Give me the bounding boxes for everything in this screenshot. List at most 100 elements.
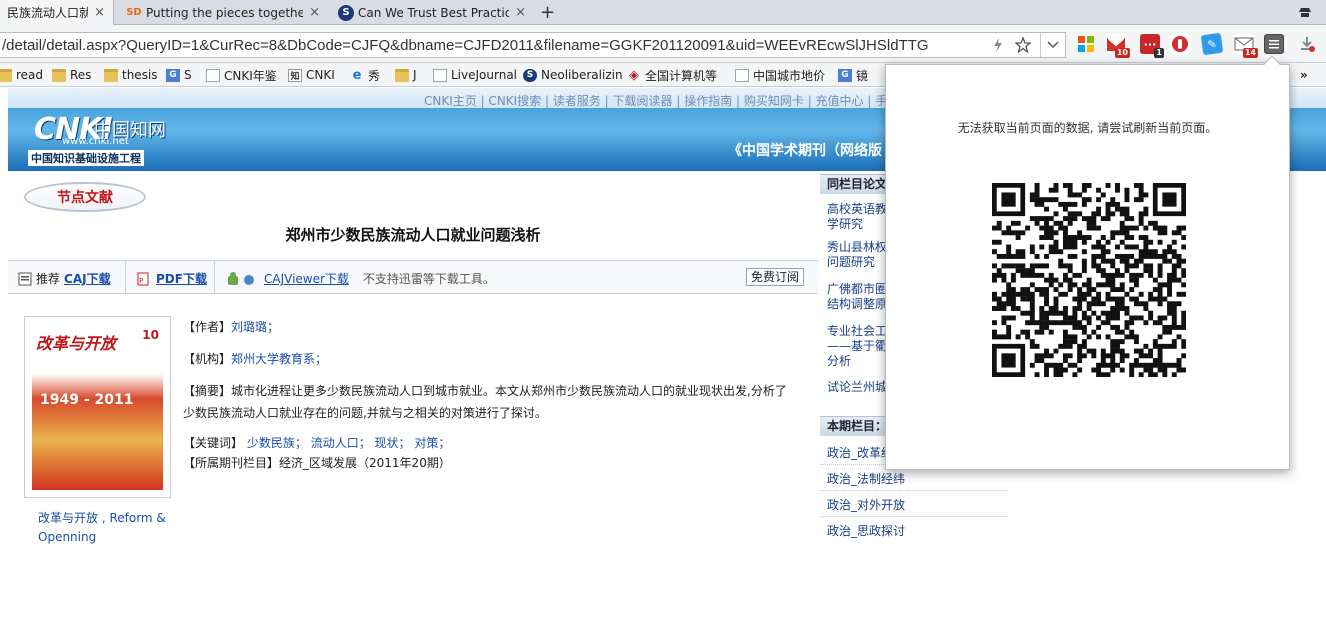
column-label: 【所属期刊栏目】 xyxy=(183,456,280,470)
journal-cover[interactable]: 改革与开放 10 1949 - 2011 xyxy=(24,316,171,498)
related-item[interactable]: 高校英语教学研究 xyxy=(827,202,890,234)
author-label: 【作者】 xyxy=(183,320,232,334)
bookmark-label: 秀 xyxy=(368,68,381,83)
ie-icon: e xyxy=(352,67,362,83)
bookmark-j[interactable]: J xyxy=(395,67,417,83)
recommend-label: 推荐 xyxy=(36,272,61,286)
keywords-row: 【关键词】 少数民族； 流动人口； 现状； 对策； xyxy=(183,434,450,451)
mail-icon[interactable]: 14 xyxy=(1234,34,1258,58)
windows-apps-icon[interactable] xyxy=(1076,34,1096,54)
bookmark-star-icon[interactable] xyxy=(1015,37,1031,53)
related-header: 同栏目论文 xyxy=(820,174,890,194)
tab-title: Can We Trust Best Practices? xyxy=(358,5,510,20)
bookmarks-more-button[interactable]: » xyxy=(1300,67,1308,83)
cnki-icon: 知 xyxy=(288,68,302,82)
issue-column-item[interactable]: 政治_法制经纬 xyxy=(827,470,1007,487)
ncre-icon: ◈ xyxy=(629,67,639,83)
keyword-link[interactable]: 对策； xyxy=(414,436,450,450)
folder-icon xyxy=(0,68,12,82)
folder-icon xyxy=(104,68,118,82)
issue-column-item[interactable]: 政治_对外开放 xyxy=(827,496,1007,513)
top-nav-links[interactable]: CNKI主页 | CNKI搜索 | 读者服务 | 下载阅读器 | 操作指南 | … xyxy=(424,92,911,109)
note-extension-icon[interactable]: ✎ xyxy=(1200,32,1224,56)
article-title: 郑州市少数民族流动人口就业问题浅析 xyxy=(285,226,541,244)
bookmark-neoliberalizin[interactable]: S Neoliberalizin xyxy=(523,67,623,83)
cover-issue: 10 xyxy=(142,328,159,342)
divider xyxy=(820,490,1008,491)
android-apple-icon xyxy=(228,271,254,285)
journal-name-link[interactable]: 改革与开放 , Reform & Openning xyxy=(38,509,178,547)
close-icon[interactable]: × xyxy=(309,5,320,20)
bookmark-read[interactable]: read xyxy=(0,67,43,83)
tab-sciencedirect[interactable]: SD Putting the pieces together: I × xyxy=(118,0,328,25)
abstract-text: 城市化进程让更多少数民族流动人口到城市就业。本文从郑州市少数民族流动人口的就业现… xyxy=(183,384,787,420)
cnki-logo[interactable]: CNKI 中国知网 www.cnki.net 中国知识基础设施工程 xyxy=(22,112,172,166)
issue-column-item[interactable]: 政治_思政探讨 xyxy=(827,522,1007,539)
lightning-icon[interactable] xyxy=(992,38,1004,52)
page-summary-icon[interactable] xyxy=(1264,34,1284,54)
bookmark-label: Res xyxy=(70,68,92,82)
incognito-icon xyxy=(1299,8,1311,17)
bookmark-mirror[interactable]: G镜 xyxy=(838,67,868,83)
bookmark-land-price[interactable]: 中国城市地价 xyxy=(735,67,825,83)
adblock-icon[interactable] xyxy=(1170,34,1190,54)
dropdown-button[interactable] xyxy=(1040,33,1064,57)
chevron-down-icon xyxy=(1047,41,1059,49)
keyword-link[interactable]: 少数民族； xyxy=(247,436,307,450)
caj-download-link[interactable]: CAJ下载 xyxy=(64,270,111,287)
pdf-icon: P xyxy=(137,272,149,285)
bookmark-label: S xyxy=(184,68,192,82)
bookmark-label: thesis xyxy=(122,68,158,82)
related-item[interactable]: 秀山县林权问题研究 xyxy=(827,240,890,272)
toolbar: /detail/detail.aspx?QueryID=1&CurRec=8&D… xyxy=(0,25,1326,63)
bookmark-label: Neoliberalizin xyxy=(541,68,623,82)
tab-title: Putting the pieces together: I xyxy=(146,5,304,20)
bookmark-cnki[interactable]: 知 CNKI xyxy=(288,67,335,83)
tab-best-practices[interactable]: S Can We Trust Best Practices? × xyxy=(330,0,534,25)
page-icon xyxy=(735,68,749,82)
cover-title: 改革与开放 xyxy=(36,334,117,353)
bookmark-label: 中国城市地价 xyxy=(753,68,826,83)
bookmark-label: 全国计算机等 xyxy=(645,68,718,83)
bookmark-label: read xyxy=(16,68,44,82)
url-text[interactable]: /detail/detail.aspx?QueryID=1&CurRec=8&D… xyxy=(2,37,986,54)
download-icon[interactable] xyxy=(1298,35,1316,53)
related-item[interactable]: 广佛都市圈结构调整原 xyxy=(827,282,890,314)
bookmark-thesis[interactable]: thesis xyxy=(104,67,158,83)
site-favicon-icon: S xyxy=(523,68,537,82)
author-link[interactable]: 刘璐璐； xyxy=(231,320,279,334)
gmail-icon[interactable]: 10 xyxy=(1106,34,1130,58)
reader-extension-icon[interactable]: ··· 1 xyxy=(1140,34,1164,58)
no-thunder-note: 不支持迅雷等下载工具。 xyxy=(362,272,495,286)
tab-active[interactable]: 民族流动人口就业 × xyxy=(0,0,114,25)
page-icon xyxy=(206,68,220,82)
bookmark-res[interactable]: Res xyxy=(52,67,91,83)
bookmark-livejournal[interactable]: LiveJournal xyxy=(433,67,517,83)
org-label: 【机构】 xyxy=(183,352,232,366)
google-icon: G xyxy=(838,68,852,82)
close-icon[interactable]: × xyxy=(94,5,105,20)
qr-code-icon xyxy=(992,183,1186,377)
mail-badge: 14 xyxy=(1242,48,1258,58)
column-row: 【所属期刊栏目】经济_区域发展（2011年20期） xyxy=(183,454,451,471)
bookmark-s[interactable]: GS xyxy=(166,67,192,83)
bookmark-xiu[interactable]: e秀 xyxy=(350,67,380,83)
bookmark-cnki-yearbook[interactable]: CNKI年鉴 xyxy=(206,67,277,83)
cajviewer-link[interactable]: CAJViewer下载 xyxy=(264,270,349,287)
free-subscribe-button[interactable]: 免费订阅 xyxy=(746,268,805,286)
bookmark-label: 镜 xyxy=(856,68,869,83)
keyword-link[interactable]: 流动人口； xyxy=(311,436,371,450)
org-link[interactable]: 郑州大学教育系； xyxy=(231,352,327,366)
close-icon[interactable]: × xyxy=(515,5,526,20)
bookmark-label: CNKI年鉴 xyxy=(224,68,277,83)
section-tag: 节点文献 xyxy=(24,182,146,212)
bookmark-ncre[interactable]: ◈ 全国计算机等 xyxy=(627,67,717,83)
keyword-link[interactable]: 现状； xyxy=(375,436,411,450)
related-item[interactable]: 专业社会工——基于衢分析 xyxy=(827,324,890,370)
cover-year: 1949 - 2011 xyxy=(40,392,134,408)
new-tab-button[interactable]: + xyxy=(540,2,555,23)
address-bar[interactable]: /detail/detail.aspx?QueryID=1&CurRec=8&D… xyxy=(0,32,1066,58)
related-item[interactable]: 试论兰州城 xyxy=(827,380,890,396)
caj-icon xyxy=(18,272,32,285)
pdf-download-link[interactable]: PDF下载 xyxy=(156,270,207,287)
